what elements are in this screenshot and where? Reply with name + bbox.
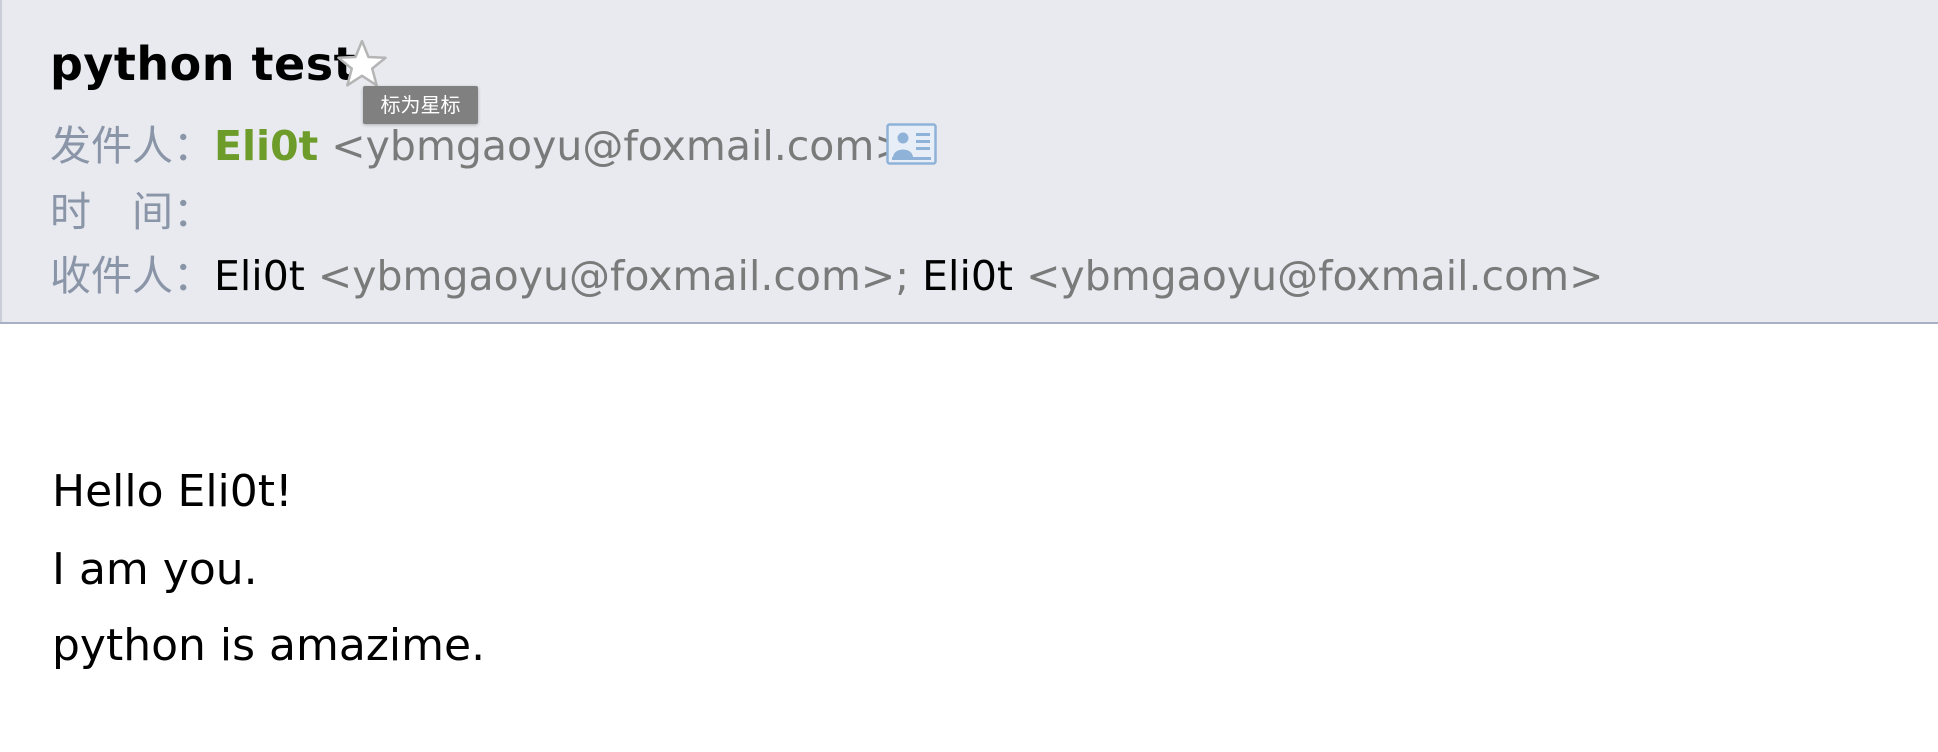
sender-address: <ybmgaoyu@foxmail.com> (331, 122, 909, 170)
time-row: 时 间： (50, 184, 214, 240)
recipient-address: <ybmgaoyu@foxmail.com> (1026, 252, 1604, 300)
email-body-line: Hello Eli0t! (52, 466, 293, 517)
time-label: 时 间： (50, 188, 214, 236)
star-icon[interactable] (336, 38, 388, 90)
email-header: python test 标为星标 发件人：Eli0t <ybmgaoyu@fox… (0, 0, 1938, 322)
to-label: 收件人： (50, 252, 214, 300)
from-row: 发件人：Eli0t <ybmgaoyu@foxmail.com> (50, 118, 909, 174)
header-divider (0, 322, 1938, 324)
email-subject: python test (50, 37, 357, 91)
from-label: 发件人： (50, 122, 214, 170)
contact-card-icon[interactable] (886, 123, 937, 165)
email-body-line: python is amazime. (52, 620, 486, 671)
recipient-name[interactable]: Eli0t (214, 252, 305, 300)
sender-name[interactable]: Eli0t (214, 122, 318, 170)
recipient-separator: ; (895, 252, 923, 300)
email-body-line: I am you. (52, 544, 258, 595)
recipient-address: <ybmgaoyu@foxmail.com> (317, 252, 896, 300)
to-row: 收件人：Eli0t <ybmgaoyu@foxmail.com>; Eli0t … (50, 248, 1603, 304)
recipient-name[interactable]: Eli0t (922, 252, 1013, 300)
